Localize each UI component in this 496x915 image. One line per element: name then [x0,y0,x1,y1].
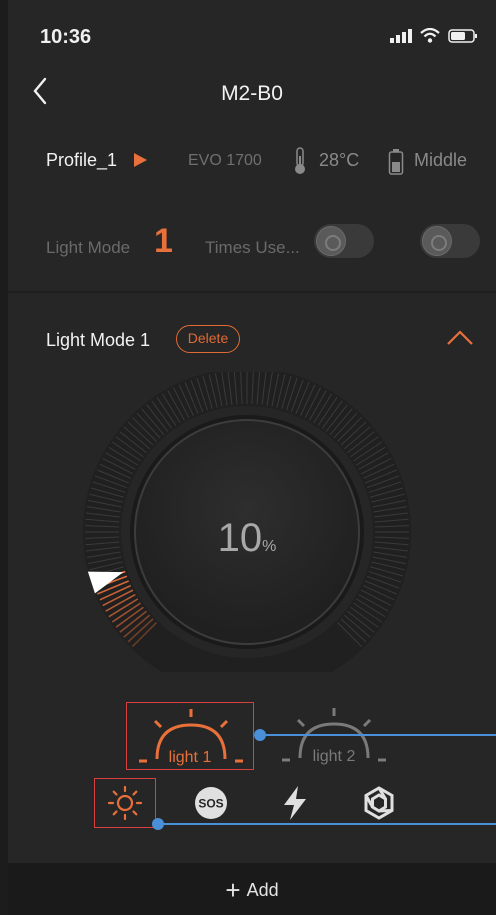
navigation-bar: M2-B0 [8,70,496,120]
mode-panel-title: Light Mode 1 [46,330,151,350]
thermometer-icon [295,147,305,174]
intensity-dial[interactable]: 10% [72,368,422,696]
cellular-signal-icon [390,28,412,43]
status-bar: 10:36 [8,0,496,70]
status-icons [390,28,478,43]
sos-icon: SOS [195,787,227,819]
add-label: Add [246,880,279,900]
dial-graphic [83,368,411,696]
collapse-button[interactable] [444,326,476,350]
device-model: EVO 1700 [188,152,262,169]
bottom-bar: + Add [8,863,496,915]
light-mode-label: Light Mode [46,238,131,257]
battery-status-icon [448,28,477,43]
play-icon [134,153,147,167]
delete-button[interactable]: Delete [176,325,240,353]
light-2-button[interactable]: light 2 [270,702,398,770]
times-used-label: Times Use... [205,238,300,257]
page-title: M2-B0 [221,82,283,105]
light-1-button[interactable]: light 1 [126,702,254,770]
toggle-knob [316,226,346,256]
tab-flash[interactable] [264,778,326,828]
light-mode-row: Light Mode 1 Times Use... [8,220,496,270]
temperature-value: 28°C [319,150,360,170]
second-toggle[interactable] [420,224,480,258]
light-2-label: light 2 [312,748,356,765]
wifi-icon [420,28,440,43]
profile-name: Profile_1 [46,150,118,170]
sos-text: SOS [198,797,223,811]
light-mode-number: 1 [154,222,173,260]
chevron-up-icon [447,330,473,345]
hexagon-icon [364,786,394,820]
toggle-knob [422,226,452,256]
annotation-line-tab [158,823,496,825]
app-screen: 10:36 M2-B0 Profile_1 EVO 1700 28°C Midd… [8,0,496,915]
tab-steady-light[interactable] [94,778,156,828]
flash-icon [284,786,306,820]
times-used-toggle[interactable] [314,224,374,258]
sun-icon [107,785,143,821]
device-info-row: Profile_1 EVO 1700 28°C Middle [8,140,496,180]
add-mode-button[interactable]: + Add [8,875,496,906]
light-1-label: light 1 [168,749,212,766]
status-time: 10:36 [40,26,92,48]
device-battery-icon [388,149,404,175]
profile-play-button[interactable] [132,152,148,173]
plus-icon: + [225,875,241,905]
tab-strobe[interactable] [348,778,410,828]
section-divider [8,291,496,293]
tab-sos[interactable]: SOS [180,778,242,828]
annotation-line-light [260,734,496,736]
battery-level: Middle [414,150,468,170]
